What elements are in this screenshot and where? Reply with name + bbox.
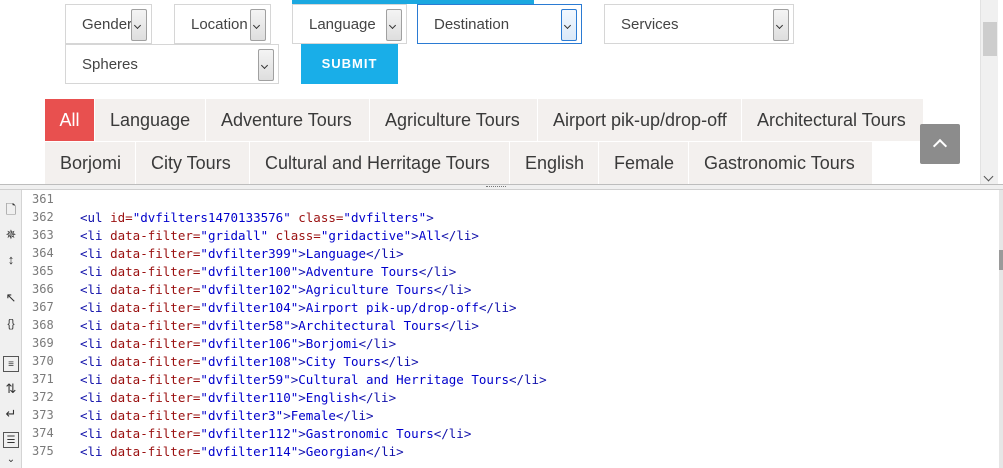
source-line: <li data-filter="dvfilter110">English</l…: [80, 390, 397, 405]
web-page-pane: Gender Location Language Destination Ser…: [0, 0, 1003, 184]
crosshair-icon[interactable]: ✵: [3, 227, 19, 243]
line-number: 364: [32, 246, 54, 260]
destination-select-label: Destination: [434, 16, 510, 33]
line-number: 367: [32, 300, 54, 314]
tab-female[interactable]: Female: [599, 142, 688, 184]
line-number: 362: [32, 210, 54, 224]
line-number: 365: [32, 264, 54, 278]
chevron-down-icon[interactable]: [773, 9, 789, 41]
chevron-down-icon[interactable]: [983, 171, 994, 182]
chevron-down-icon[interactable]: [250, 9, 266, 41]
line-number: 372: [32, 390, 54, 404]
source-line: <li data-filter="dvfilter3">Female</li>: [80, 408, 374, 423]
chevron-down-icon[interactable]: [131, 9, 147, 41]
source-line: <li data-filter="dvfilter100">Adventure …: [80, 264, 457, 279]
line-number: 369: [32, 336, 54, 350]
line-number: 361: [32, 192, 54, 206]
line-number: 373: [32, 408, 54, 422]
view-source-icon[interactable]: ☰: [3, 432, 19, 448]
spheres-select-label: Spheres: [82, 56, 138, 73]
tab-agriculture-tours[interactable]: Agriculture Tours: [370, 99, 537, 141]
line-number: 374: [32, 426, 54, 440]
tab-borjomi[interactable]: Borjomi: [45, 142, 135, 184]
source-toolbar: 🗋 ✵ ↕ ↖ {} ≡ ⇅ ↵ ☰ ⌄: [0, 190, 22, 468]
chevron-down-icon[interactable]: [258, 49, 274, 81]
location-select-label: Location: [191, 16, 248, 33]
source-line: <li data-filter="dvfilter114">Georgian</…: [80, 444, 404, 459]
line-number: 368: [32, 318, 54, 332]
tab-english[interactable]: English: [510, 142, 598, 184]
line-number: 375: [32, 444, 54, 458]
source-line: <li data-filter="dvfilter58">Architectur…: [80, 318, 479, 333]
services-select-label: Services: [621, 16, 679, 33]
source-line: <li data-filter="dvfilter102">Agricultur…: [80, 282, 472, 297]
source-line: <li data-filter="dvfilter59">Cultural an…: [80, 372, 547, 387]
document-icon[interactable]: 🗋: [3, 202, 19, 218]
line-numbers-icon[interactable]: ≡: [3, 356, 19, 372]
tab-adventure-tours[interactable]: Adventure Tours: [206, 99, 369, 141]
language-select-label: Language: [309, 16, 376, 33]
chevron-down-icon[interactable]: [561, 9, 577, 41]
pointer-icon[interactable]: ↖: [3, 290, 19, 306]
chevron-down-icon[interactable]: [386, 9, 402, 41]
tab-language[interactable]: Language: [95, 99, 205, 141]
line-number: 363: [32, 228, 54, 242]
location-select[interactable]: Location: [174, 4, 271, 44]
line-number: 370: [32, 354, 54, 368]
source-scrollbar[interactable]: [999, 190, 1003, 468]
page-scrollbar-thumb[interactable]: [983, 22, 997, 56]
collapse-icon[interactable]: ↕: [3, 252, 19, 268]
gender-select-label: Gender: [82, 16, 133, 33]
source-line: <li data-filter="dvfilter104">Airport pi…: [80, 300, 517, 315]
brackets-icon[interactable]: {}: [3, 316, 19, 332]
services-select[interactable]: Services: [604, 4, 794, 44]
page-scrollbar[interactable]: [980, 0, 998, 184]
wrap-icon[interactable]: ↵: [3, 406, 19, 422]
spheres-select[interactable]: Spheres: [65, 44, 279, 84]
scroll-to-top-button[interactable]: [920, 124, 960, 164]
tab-gastronomic-tours[interactable]: Gastronomic Tours: [689, 142, 872, 184]
source-line: <li data-filter="dvfilter108">City Tours…: [80, 354, 419, 369]
submit-button[interactable]: SUBMIT: [301, 44, 398, 84]
source-line: <ul id="dvfilters1470133576" class="dvfi…: [80, 210, 434, 225]
source-line: <li data-filter="dvfilter112">Gastronomi…: [80, 426, 472, 441]
sort-icon[interactable]: ⇅: [3, 381, 19, 397]
line-number: 366: [32, 282, 54, 296]
line-number-gutter: 361 362 363 364 365 366 367 368 369 370 371 372 373 3…: [22, 190, 64, 468]
source-line: <li data-filter="dvfilter106">Borjomi</l…: [80, 336, 397, 351]
tab-airport-pickup[interactable]: Airport pik-up/drop-off: [538, 99, 741, 141]
destination-select[interactable]: Destination: [417, 4, 582, 44]
source-line: <li data-filter="dvfilter399">Language</…: [80, 246, 404, 261]
tab-architectural-tours[interactable]: Architectural Tours: [742, 99, 923, 141]
splitter-grip[interactable]: [486, 186, 506, 188]
line-number: 371: [32, 372, 54, 386]
chevron-down-icon[interactable]: ⌄: [3, 452, 19, 468]
language-select[interactable]: Language: [292, 4, 407, 44]
source-line: <li data-filter="gridall" class="gridact…: [80, 228, 479, 243]
tab-cultural-heritage-tours[interactable]: Cultural and Herritage Tours: [250, 142, 509, 184]
gender-select[interactable]: Gender: [65, 4, 152, 44]
source-scrollbar-thumb[interactable]: [999, 250, 1003, 270]
tab-all[interactable]: All: [45, 99, 94, 141]
source-code-area[interactable]: <ul id="dvfilters1470133576" class="dvfi…: [64, 190, 999, 468]
tab-city-tours[interactable]: City Tours: [136, 142, 249, 184]
